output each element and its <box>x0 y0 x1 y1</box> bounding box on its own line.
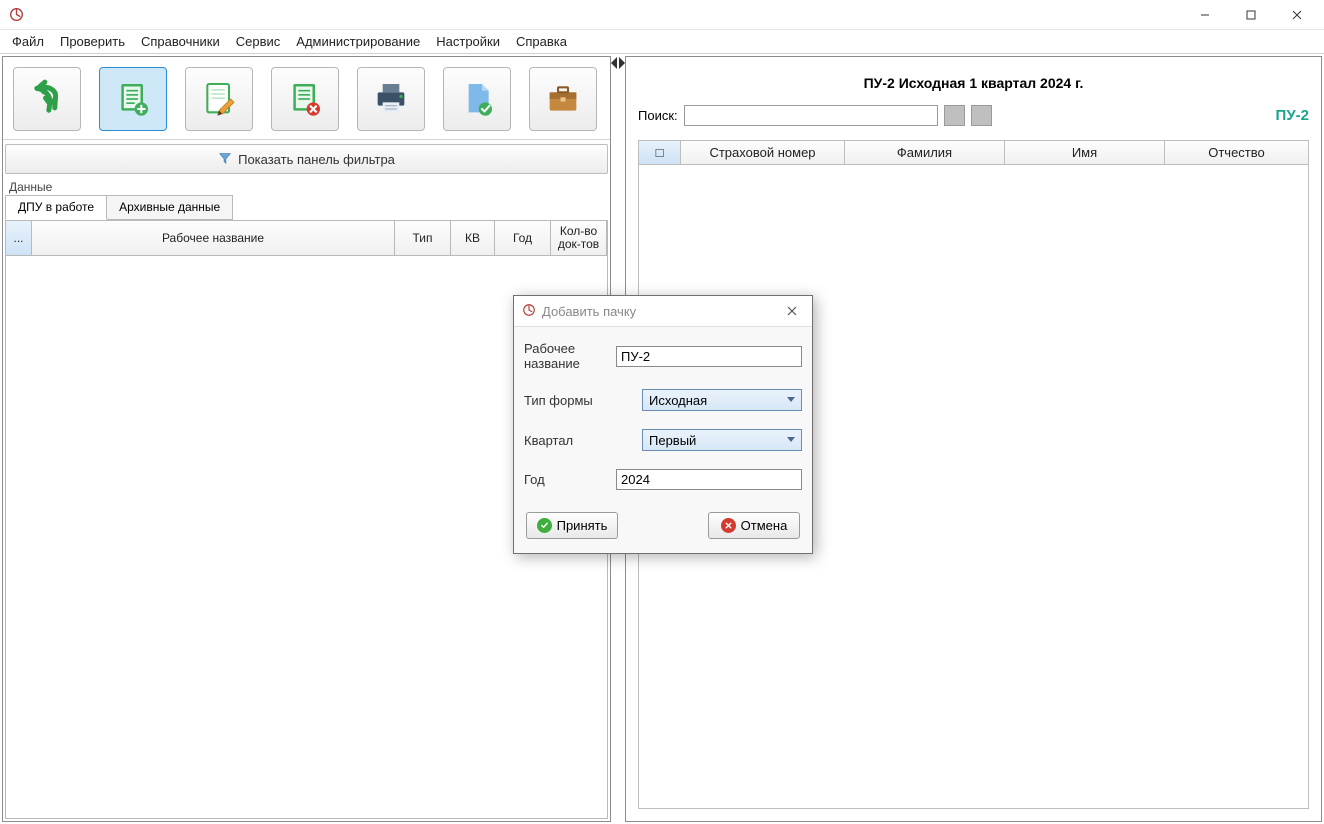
menu-help[interactable]: Справка <box>508 32 575 51</box>
input-year[interactable] <box>616 469 802 490</box>
col-doc-count[interactable]: Кол-во док-тов <box>551 221 607 255</box>
x-circle-icon <box>721 518 736 533</box>
search-input[interactable] <box>684 105 938 126</box>
search-next-button[interactable] <box>971 105 992 126</box>
col-surname[interactable]: Фамилия <box>845 141 1005 164</box>
tab-working[interactable]: ДПУ в работе <box>5 195 107 220</box>
search-row: Поиск: ПУ-2 <box>638 105 1309 126</box>
filter-panel-label: Показать панель фильтра <box>238 152 395 167</box>
search-prev-button[interactable] <box>944 105 965 126</box>
dialog-title: Добавить пачку <box>542 304 636 319</box>
dialog-title-bar[interactable]: Добавить пачку <box>514 296 812 327</box>
col-name[interactable]: Имя <box>1005 141 1165 164</box>
briefcase-button[interactable] <box>529 67 597 131</box>
data-legend: Данные <box>5 180 608 194</box>
input-working-name[interactable] <box>616 346 802 367</box>
right-pane-title: ПУ-2 Исходная 1 квартал 2024 г. <box>638 75 1309 91</box>
minimize-button[interactable] <box>1182 0 1228 30</box>
delete-document-button[interactable] <box>271 67 339 131</box>
search-label: Поиск: <box>638 108 678 123</box>
col-selector[interactable]: ... <box>6 221 32 255</box>
col-quarter[interactable]: КВ <box>451 221 495 255</box>
filter-panel-toggle[interactable]: Показать панель фильтра <box>5 144 608 174</box>
edit-document-button[interactable] <box>185 67 253 131</box>
dialog-app-icon <box>522 303 536 320</box>
right-grid-header: □ Страховой номер Фамилия Имя Отчество <box>639 141 1308 165</box>
back-button[interactable] <box>13 67 81 131</box>
dialog-close-button[interactable] <box>780 301 804 321</box>
tabs-row: ДПУ в работе Архивные данные <box>5 195 608 221</box>
print-button[interactable] <box>357 67 425 131</box>
col-year[interactable]: Год <box>495 221 551 255</box>
check-circle-icon <box>537 518 552 533</box>
chevron-down-icon <box>787 397 795 402</box>
label-year: Год <box>524 472 616 487</box>
dropdown-quarter-value: Первый <box>649 433 696 448</box>
dropdown-quarter[interactable]: Первый <box>642 429 802 451</box>
accept-button[interactable]: Принять <box>526 512 618 539</box>
close-button[interactable] <box>1274 0 1320 30</box>
filter-icon <box>218 151 232 168</box>
pu-type-label: ПУ-2 <box>1276 107 1309 124</box>
left-grid-header: ... Рабочее название Тип КВ Год Кол-во д… <box>6 221 607 256</box>
dropdown-form-type[interactable]: Исходная <box>642 389 802 411</box>
menu-admin[interactable]: Администрирование <box>288 32 428 51</box>
maximize-button[interactable] <box>1228 0 1274 30</box>
menu-file[interactable]: Файл <box>4 32 52 51</box>
menu-check[interactable]: Проверить <box>52 32 133 51</box>
label-working-name: Рабочее название <box>524 341 616 371</box>
col-insurance-number[interactable]: Страховой номер <box>681 141 845 164</box>
menu-settings[interactable]: Настройки <box>428 32 508 51</box>
col-patronymic[interactable]: Отчество <box>1165 141 1308 164</box>
col-checkbox[interactable]: □ <box>639 141 681 164</box>
cancel-button[interactable]: Отмена <box>708 512 800 539</box>
menu-service[interactable]: Сервис <box>228 32 289 51</box>
approve-document-button[interactable] <box>443 67 511 131</box>
label-form-type: Тип формы <box>524 393 642 408</box>
menu-dictionaries[interactable]: Справочники <box>133 32 228 51</box>
dropdown-form-type-value: Исходная <box>649 393 707 408</box>
accept-button-label: Принять <box>557 518 608 533</box>
toolbar <box>3 57 610 140</box>
splitter-arrows-icon <box>613 56 623 70</box>
chevron-down-icon <box>787 437 795 442</box>
menu-bar: Файл Проверить Справочники Сервис Админи… <box>0 30 1324 54</box>
add-pack-dialog: Добавить пачку Рабочее название Тип форм… <box>513 295 813 554</box>
label-quarter: Квартал <box>524 433 642 448</box>
title-bar <box>0 0 1324 30</box>
col-type[interactable]: Тип <box>395 221 451 255</box>
tab-archive[interactable]: Архивные данные <box>106 195 233 220</box>
new-document-button[interactable] <box>99 67 167 131</box>
cancel-button-label: Отмена <box>741 518 788 533</box>
col-name[interactable]: Рабочее название <box>32 221 395 255</box>
app-icon <box>8 7 24 23</box>
